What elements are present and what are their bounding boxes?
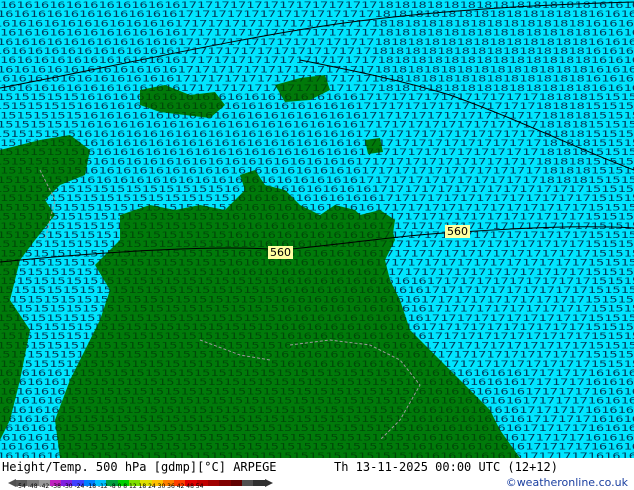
map-canvas: 1616161616161616161616171717171717171717… bbox=[0, 0, 634, 458]
colorbar-right-arrow-icon bbox=[265, 479, 273, 487]
contour-label-560: 560 bbox=[268, 246, 293, 259]
colorbar-swatch bbox=[219, 480, 231, 486]
forecast-datetime: Th 13-11-2025 00:00 UTC (12+12) bbox=[334, 460, 558, 474]
credit-text: ©weatheronline.co.uk bbox=[505, 476, 628, 489]
colorbar-left-arrow-icon bbox=[8, 479, 16, 487]
colorbar-ticks: -54 -48 -42 -38 -30 -24 -18 -12 -8 0 8 1… bbox=[16, 483, 204, 490]
colorbar-swatch bbox=[230, 480, 242, 486]
colorbar-swatch bbox=[253, 480, 265, 486]
weather-map: 1616161616161616161616171717171717171717… bbox=[0, 0, 634, 458]
map-title: Height/Temp. 500 hPa [gdmp][°C] ARPEGE bbox=[2, 460, 277, 474]
colorbar-swatch bbox=[208, 480, 220, 486]
contour-label-560: 560 bbox=[445, 225, 470, 238]
colorbar-swatch bbox=[241, 480, 254, 486]
